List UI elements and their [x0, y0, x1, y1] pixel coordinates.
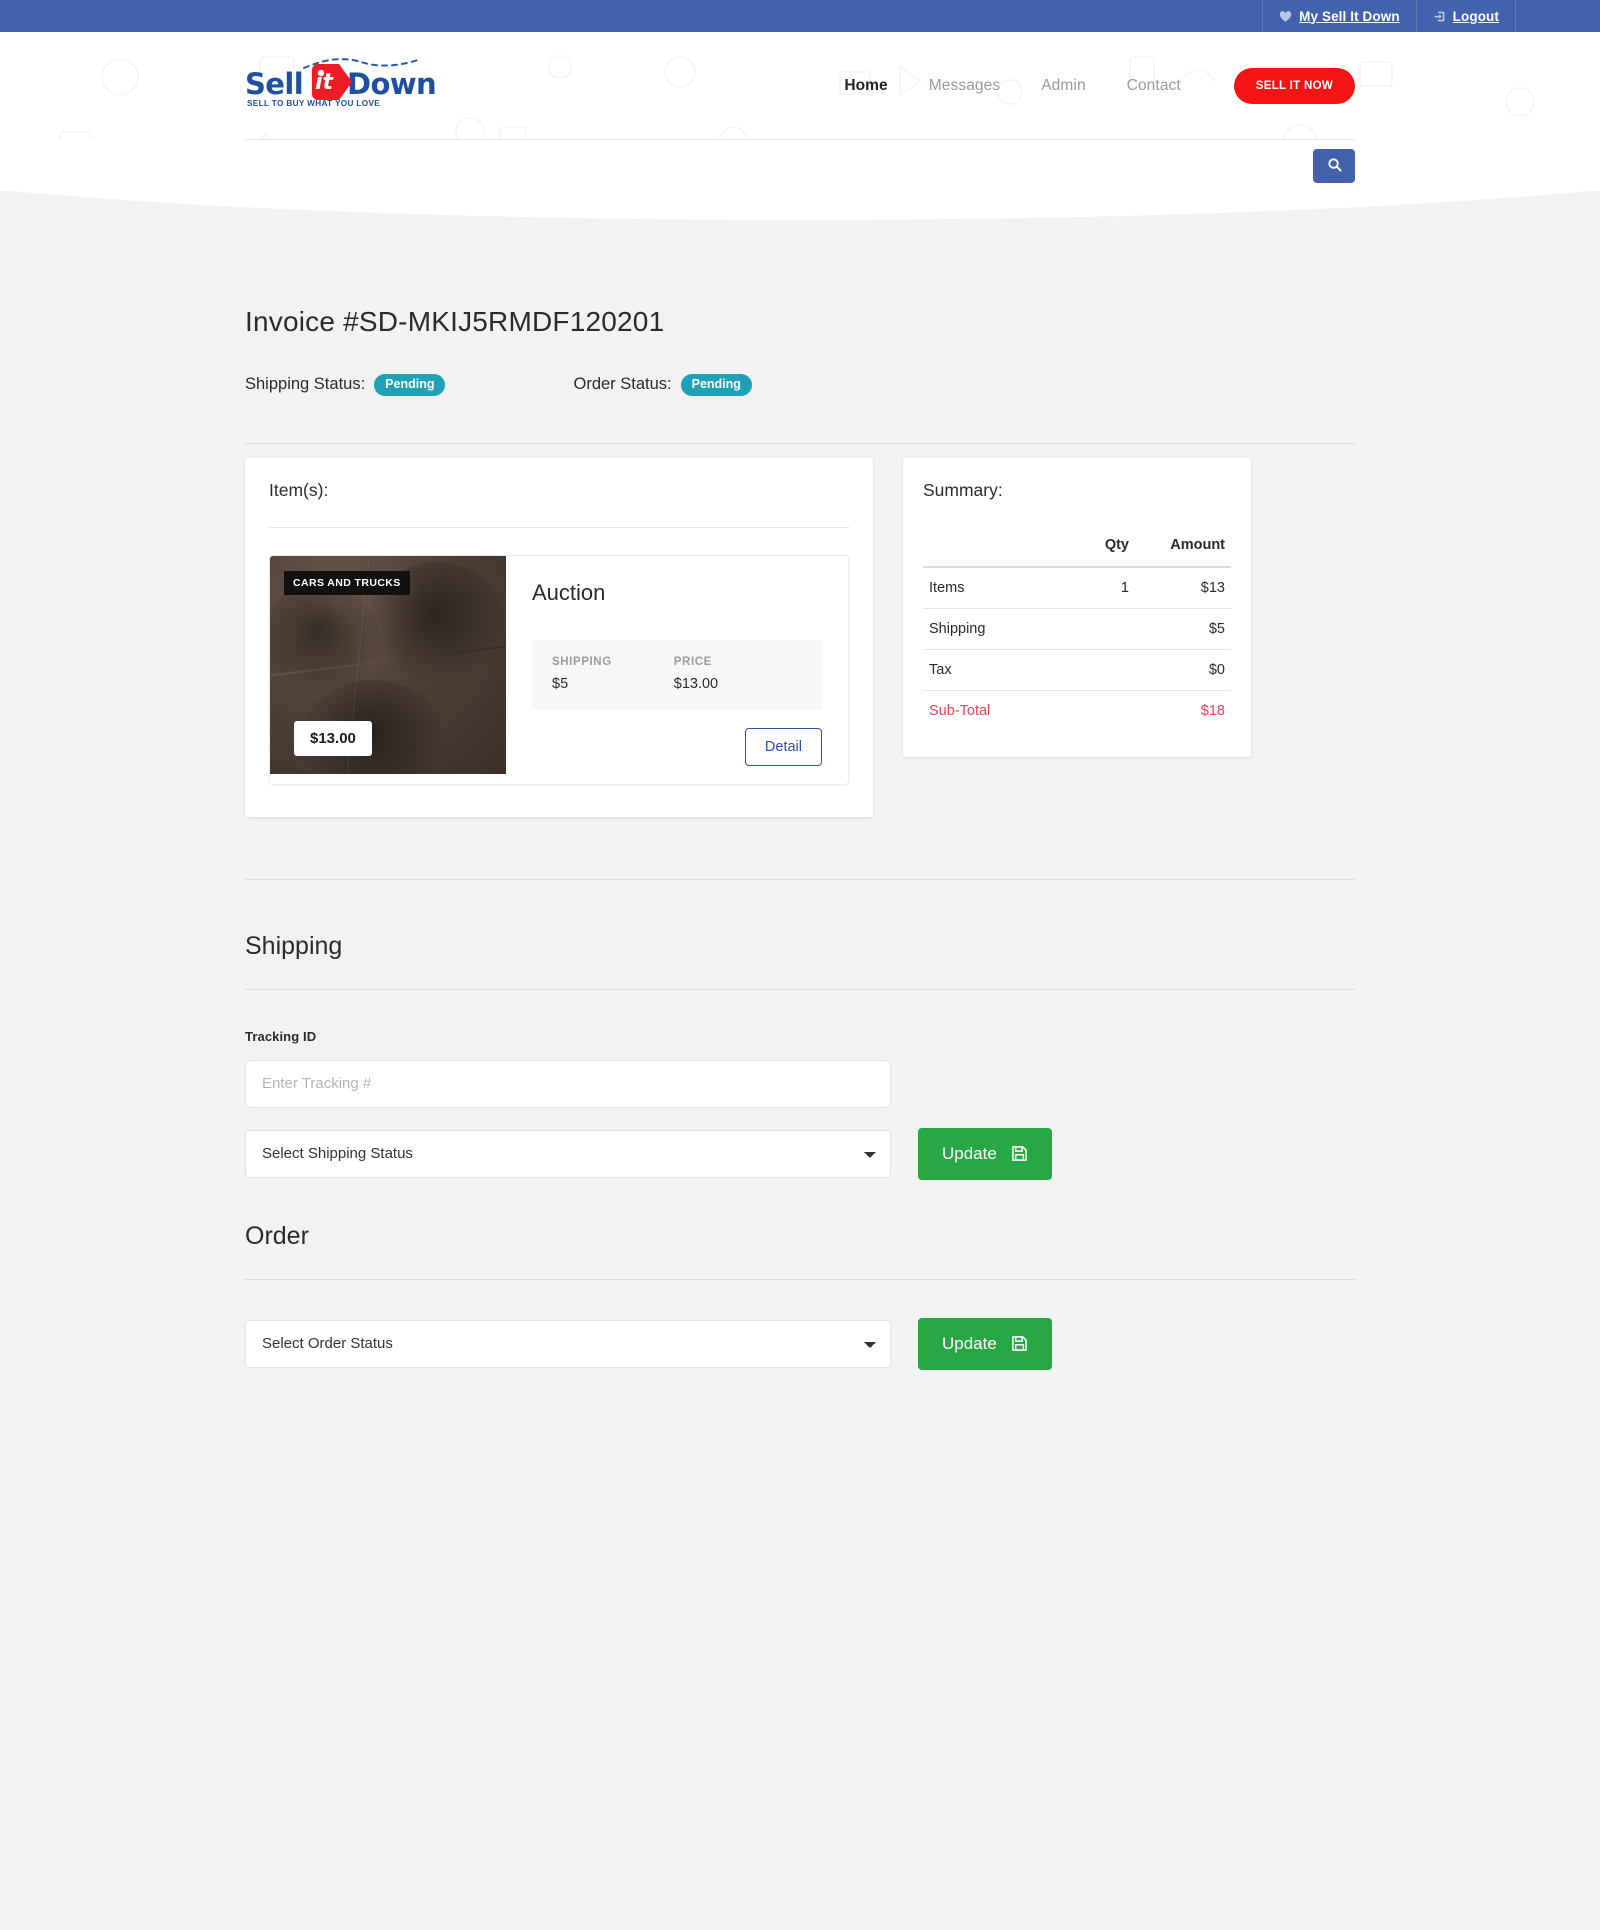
summary-card-title: Summary: — [923, 479, 1003, 500]
summary-row-label: Items — [923, 566, 1049, 609]
item-actions: Detail — [532, 710, 822, 766]
nav-item-admin[interactable]: Admin — [1041, 77, 1085, 95]
logo-it-label: it — [315, 69, 334, 95]
heart-icon — [1279, 10, 1292, 23]
item-meta-box: SHIPPING $5 PRICE $13.00 — [532, 639, 822, 710]
nav-item-messages[interactable]: Messages — [929, 77, 1000, 95]
item-shipping-meta: SHIPPING $5 — [552, 656, 612, 692]
items-card: Item(s): CARS AND TRUCKS $13.00 Auction — [245, 457, 873, 817]
page-bottom-spacer — [245, 1370, 1355, 1930]
shipping-status-select[interactable]: Select Shipping Status — [245, 1129, 891, 1178]
order-status-group: Order Status: Pending — [573, 374, 752, 396]
topbar-item-label: Logout — [1452, 8, 1499, 24]
shipping-status-badge: Pending — [374, 374, 446, 396]
logo-text-after: Down — [347, 66, 437, 101]
summary-col-label — [923, 524, 1049, 568]
item-thumbnail: CARS AND TRUCKS $13.00 — [270, 555, 506, 774]
table-row: Tax $0 — [923, 649, 1231, 691]
topbar-item-label: My Sell It Down — [1299, 8, 1400, 24]
utility-topbar: My Sell It Down Logout — [0, 0, 1600, 32]
page-title: Invoice #SD-MKIJ5RMDF120201 — [245, 306, 665, 337]
topbar-my-sell-it-down-link[interactable]: My Sell It Down — [1262, 0, 1416, 32]
logo-text-before: Sell — [245, 66, 304, 101]
item-category-badge: CARS AND TRUCKS — [284, 570, 410, 595]
summary-subtotal-label: Sub-Total — [929, 702, 991, 719]
summary-card: Summary: Qty Amount Items 1 $13 Shipping… — [903, 457, 1251, 757]
item-price-label: PRICE — [673, 655, 712, 668]
topbar-logout-link[interactable]: Logout — [1415, 0, 1516, 32]
item-price-meta: PRICE $13.00 — [674, 656, 718, 692]
summary-col-qty: Qty — [1049, 524, 1135, 568]
tracking-id-input[interactable] — [245, 1059, 891, 1108]
summary-row-qty: 1 — [1049, 566, 1135, 609]
summary-row-amount: $5 — [1135, 608, 1231, 650]
sell-it-now-button[interactable]: SELL IT NOW — [1233, 67, 1355, 104]
item-photo-price-badge: $13.00 — [294, 720, 372, 756]
table-row-subtotal: Sub-Total $18 — [923, 690, 1231, 731]
save-icon — [1011, 1335, 1028, 1352]
search-input[interactable] — [245, 146, 1313, 185]
header-curve-divider — [0, 190, 1600, 224]
summary-table-header-row: Qty Amount — [923, 524, 1231, 568]
item-shipping-value: $5 — [552, 675, 569, 692]
invoice-page: Invoice #SD-MKIJ5RMDF120201 Shipping Sta… — [245, 224, 1355, 1930]
invoice-cards-row: Item(s): CARS AND TRUCKS $13.00 Auction — [245, 457, 1355, 817]
site-header: Sell Down it SELL TO BUY WHAT YOU LOVE Ho… — [0, 32, 1600, 139]
shipping-update-button[interactable]: Update — [918, 1127, 1052, 1180]
nav-item-home[interactable]: Home — [844, 77, 887, 95]
summary-row-amount: $0 — [1135, 649, 1231, 691]
summary-col-amount: Amount — [1135, 524, 1231, 568]
item-name: Auction — [532, 579, 606, 605]
search-icon — [1327, 157, 1342, 175]
order-status-badge: Pending — [680, 374, 752, 396]
order-section-heading: Order — [245, 1221, 309, 1250]
shipping-section-rule — [245, 988, 1355, 990]
summary-row-label: Shipping — [923, 608, 1049, 650]
summary-table: Qty Amount Items 1 $13 Shipping $5 Tax $… — [923, 524, 1231, 731]
order-status-label: Order Status: — [573, 375, 672, 394]
order-update-label: Update — [942, 1333, 997, 1353]
shipping-update-label: Update — [942, 1143, 997, 1163]
nav-item-contact[interactable]: Contact — [1127, 77, 1181, 95]
shipping-status-group: Shipping Status: Pending — [245, 374, 446, 396]
summary-row-label: Tax — [923, 649, 1049, 691]
shipping-top-divider — [245, 878, 1355, 880]
shipping-status-label: Shipping Status: — [245, 375, 366, 394]
summary-subtotal-amount: $18 — [1200, 702, 1225, 719]
item-detail-button[interactable]: Detail — [744, 727, 822, 766]
section-divider — [245, 442, 1355, 444]
summary-row-amount: $13 — [1135, 566, 1231, 609]
list-item[interactable]: CARS AND TRUCKS $13.00 Auction SHIPPING … — [269, 554, 849, 785]
items-card-rule — [269, 526, 849, 528]
order-update-button[interactable]: Update — [918, 1317, 1052, 1370]
order-section-rule — [245, 1278, 1355, 1280]
items-card-title: Item(s): — [269, 479, 329, 500]
summary-row-qty — [1049, 608, 1135, 650]
shipping-section-heading: Shipping — [245, 931, 343, 960]
main-nav: Home Messages Admin Contact SELL IT NOW — [844, 67, 1355, 104]
status-row: Shipping Status: Pending Order Status: P… — [245, 374, 1355, 396]
order-status-select[interactable]: Select Order Status — [245, 1319, 891, 1368]
summary-row-qty — [1049, 649, 1135, 691]
item-body: Auction SHIPPING $5 PRICE $13.00 Detail — [506, 556, 848, 784]
logout-icon — [1433, 10, 1446, 23]
tracking-id-label: Tracking ID — [245, 1028, 317, 1044]
summary-subtotal-qty — [1049, 690, 1135, 731]
search-button[interactable] — [1313, 148, 1355, 183]
table-row: Items 1 $13 — [923, 566, 1231, 609]
search-bar-region — [0, 139, 1600, 191]
table-row: Shipping $5 — [923, 608, 1231, 650]
site-logo[interactable]: Sell Down it SELL TO BUY WHAT YOU LOVE — [245, 57, 437, 114]
item-price-value: $13.00 — [673, 675, 719, 692]
save-icon — [1011, 1145, 1028, 1162]
item-shipping-label: SHIPPING — [552, 655, 612, 668]
